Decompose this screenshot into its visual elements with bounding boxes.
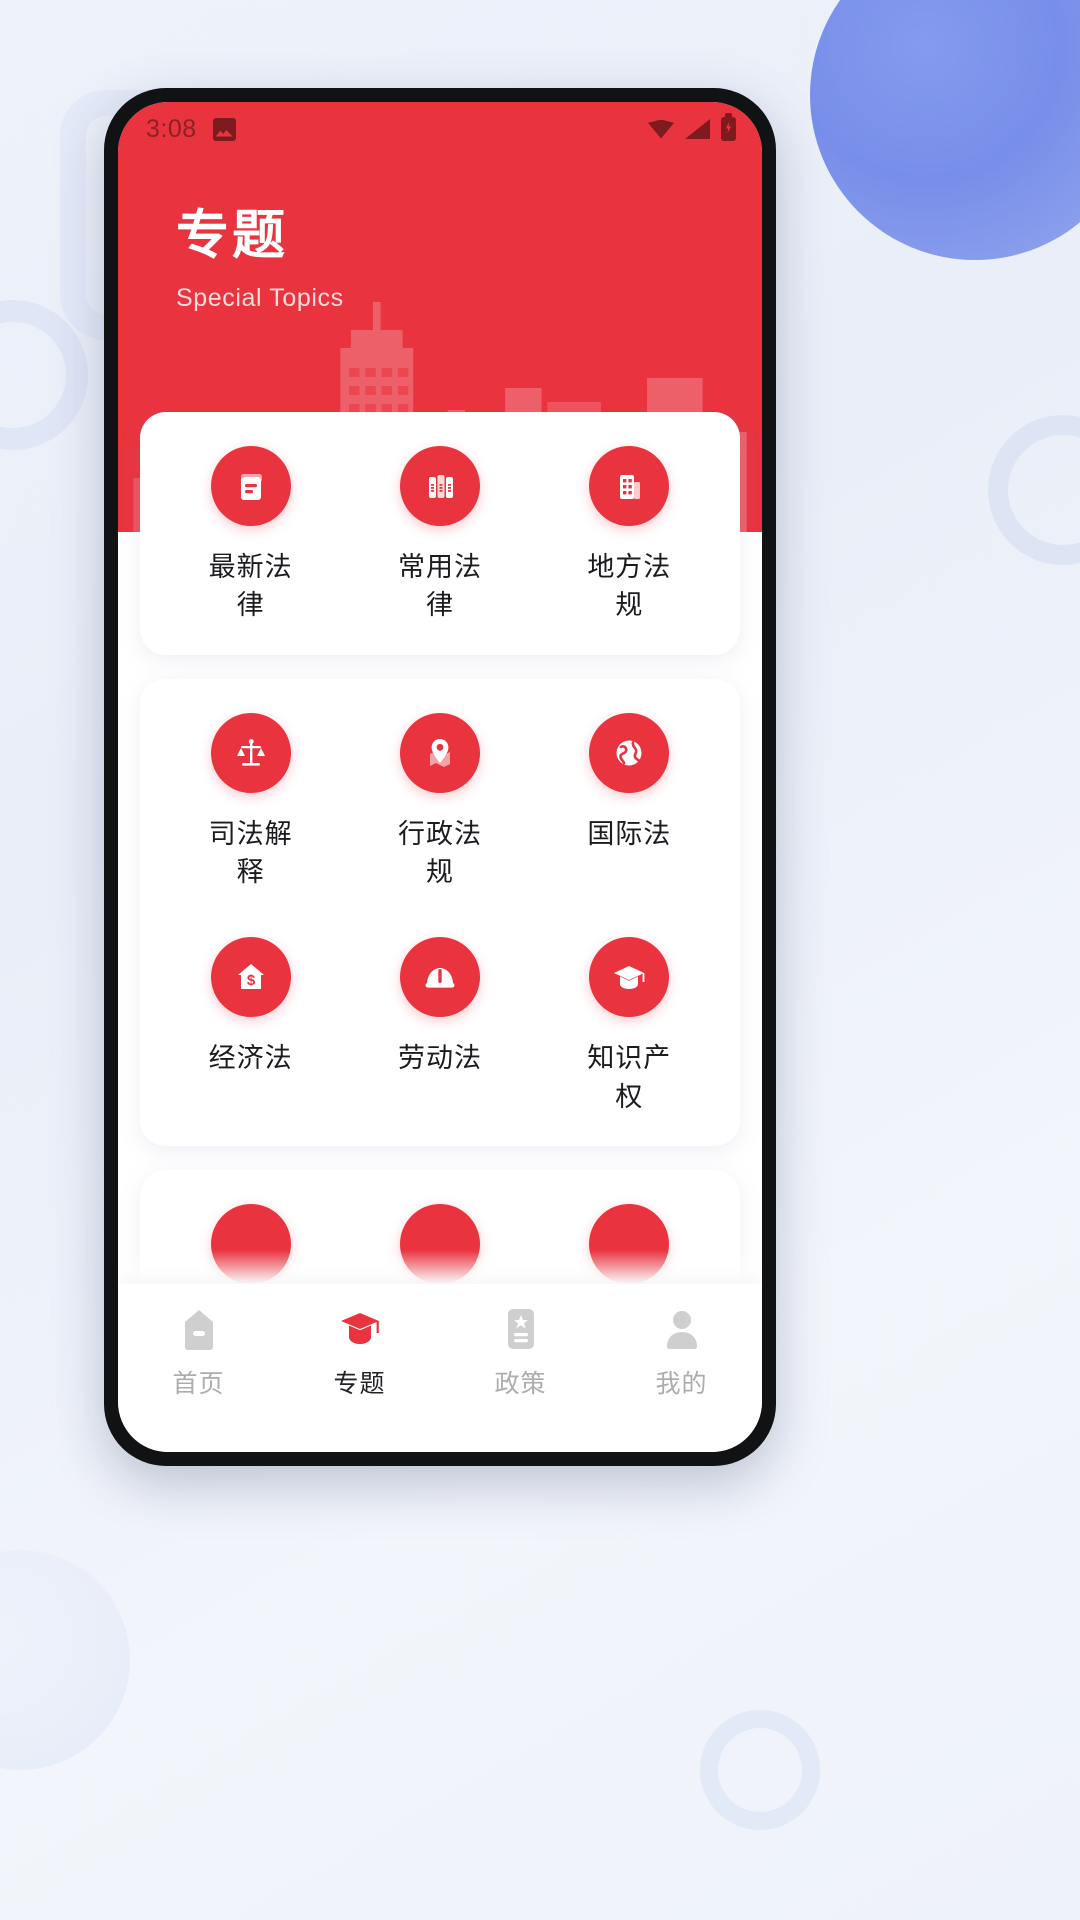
tile-administrative-regulations[interactable]: 行政法规 [345,712,534,892]
phone-screen: 3:08 专题 Special Topics 最新法律 常用法律 地方法规 司法… [118,102,762,1452]
cellular-signal-icon [685,119,710,139]
battery-charging-icon [721,113,736,141]
graduation-cap-icon [338,1306,382,1352]
phone-frame: 3:08 专题 Special Topics 最新法律 常用法律 地方法规 司法… [104,88,776,1466]
person-icon [662,1306,702,1352]
tile-label: 常用法律 [397,552,482,621]
status-time: 3:08 [146,114,197,143]
circle-icon [210,1203,291,1284]
helmet-icon [399,937,480,1018]
tab-home[interactable]: 首页 [118,1306,279,1400]
tile-label: 知识产权 [587,1043,672,1112]
page-title: 专题 [176,206,288,265]
bg-ring-right [988,415,1080,565]
svg-text:$: $ [246,972,255,989]
image-icon [212,117,236,141]
tab-label: 首页 [172,1370,225,1398]
card-legal-domains: 司法解释 行政法规 国际法 $ 经济法 劳动法 知识产权 [140,678,740,1146]
document-icon [210,446,291,526]
bg-soft-circle-left [0,1550,130,1770]
house-dollar-icon: $ [210,937,291,1018]
graduation-cap-icon [589,937,670,1018]
globe-icon [589,712,670,793]
status-bar: 3:08 [118,102,762,156]
tile-label: 劳动法 [397,1043,482,1074]
tile-common-laws[interactable]: 常用法律 [345,446,534,625]
tab-policy[interactable]: 政策 [440,1306,601,1400]
tab-mine[interactable]: 我的 [601,1306,762,1400]
tab-label: 专题 [333,1370,386,1398]
status-icons [648,113,736,141]
card-basic-laws: 最新法律 常用法律 地方法规 [140,412,740,655]
tile-label: 经济法 [208,1043,293,1074]
tile-local-regulations[interactable]: 地方法规 [535,446,724,625]
tab-label: 政策 [494,1370,547,1398]
tile-label: 最新法律 [208,552,293,621]
page-subtitle: Special Topics [176,283,344,312]
tile-economic-law[interactable]: $ 经济法 [156,937,345,1116]
map-pin-icon [399,712,480,793]
bg-blue-circle [810,0,1080,260]
books-icon [399,446,480,526]
bg-ring-bottom-right [700,1710,820,1830]
tab-special-topics[interactable]: 专题 [279,1306,440,1400]
tile-label: 地方法规 [587,552,672,621]
tab-label: 我的 [655,1370,708,1398]
home-icon [179,1306,219,1352]
building-icon [589,446,670,526]
tile-international-law[interactable]: 国际法 [535,712,724,892]
header-text-block: 专题 Special Topics [118,156,762,313]
tile-grid: 最新法律 常用法律 地方法规 [156,446,724,625]
wifi-icon [648,119,674,139]
tile-label: 司法解释 [208,818,293,887]
tile-latest-laws[interactable]: 最新法律 [156,446,345,625]
tile-label: 行政法规 [397,818,482,887]
bottom-tab-bar: 首页 专题 政策 我的 [118,1284,762,1452]
circle-icon [399,1203,480,1284]
circle-icon [589,1203,670,1284]
scales-icon [210,712,291,793]
policy-card-icon [501,1306,541,1352]
tile-grid: 司法解释 行政法规 国际法 $ 经济法 劳动法 知识产权 [156,712,724,1116]
tile-labor-law[interactable]: 劳动法 [345,937,534,1116]
tile-judicial-interpretation[interactable]: 司法解释 [156,712,345,892]
tile-label: 国际法 [587,818,672,849]
tile-intellectual-property[interactable]: 知识产权 [535,937,724,1116]
